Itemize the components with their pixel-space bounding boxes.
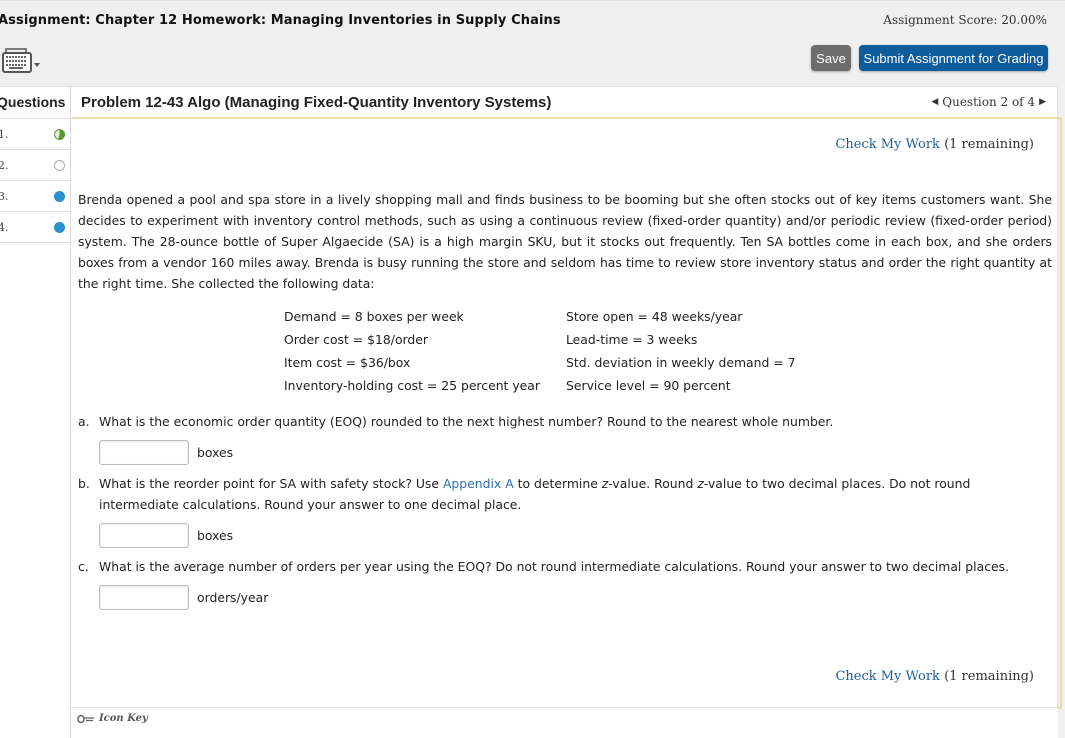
unit-label: boxes [197, 528, 234, 543]
question-item-4[interactable]: 4. [0, 212, 70, 243]
partial-credit-icon [54, 128, 65, 140]
in-progress-icon [54, 221, 65, 233]
question-a: a. What is the economic order quantity (… [78, 411, 1044, 432]
orders-per-year-input[interactable] [99, 585, 189, 610]
data-demand: Demand = 8 boxes per week [284, 309, 464, 324]
question-letter: c. [78, 559, 89, 574]
data-order-cost: Order cost = $18/order [284, 332, 428, 347]
unit-label: boxes [197, 445, 234, 460]
question-number: 1. [0, 127, 9, 141]
assignment-score: Assignment Score: 20.00% [883, 13, 1047, 27]
assignment-header: Assignment: Chapter 12 Homework: Managin… [0, 0, 1065, 86]
data-holding-cost: Inventory-holding cost = 25 percent year [284, 378, 540, 393]
eoq-input[interactable] [99, 440, 189, 465]
question-position: Question 2 of 4 [942, 95, 1036, 109]
question-item-2[interactable]: 2. [0, 150, 70, 181]
submit-assignment-button[interactable]: Submit Assignment for Grading [859, 45, 1048, 71]
next-question-icon[interactable]: ▶ [1039, 97, 1046, 107]
question-text-part: What is the reorder point for SA with sa… [99, 476, 443, 491]
question-item-1[interactable]: 1. [0, 119, 70, 150]
questions-heading: Questions [0, 87, 70, 119]
icon-key-label: Icon Key [99, 713, 148, 724]
remaining-count: (1 remaining) [944, 137, 1034, 152]
problem-header: Problem 12-43 Algo (Managing Fixed-Quant… [71, 87, 1058, 119]
check-my-work-top: Check My Work (1 remaining) [835, 137, 1034, 152]
problem-title: Problem 12-43 Algo (Managing Fixed-Quant… [81, 94, 552, 111]
in-progress-icon [54, 190, 65, 202]
icon-key-bar: Icon Key [71, 707, 1058, 738]
remaining-count: (1 remaining) [944, 669, 1034, 684]
problem-content: Check My Work (1 remaining) Brenda opene… [72, 117, 1062, 709]
question-c: c. What is the average number of orders … [78, 556, 1044, 577]
question-text-part: to determine [513, 476, 602, 491]
question-number: 3. [0, 189, 9, 203]
keyboard-icon[interactable] [1, 48, 43, 76]
problem-paragraph: Brenda opened a pool and spa store in a … [78, 192, 1052, 291]
assignment-title: Assignment: Chapter 12 Homework: Managin… [0, 13, 561, 28]
answer-c: orders/year [99, 585, 268, 610]
question-item-3[interactable]: 3. [0, 181, 70, 212]
key-icon [77, 714, 94, 723]
question-text: What is the reorder point for SA with sa… [99, 473, 1044, 515]
unit-label: orders/year [197, 590, 269, 605]
reorder-point-input[interactable] [99, 523, 189, 548]
not-started-icon [54, 159, 65, 171]
question-text: What is the average number of orders per… [99, 559, 1010, 574]
previous-question-icon[interactable]: ◀ [931, 97, 938, 107]
appendix-a-link[interactable]: Appendix A [443, 476, 514, 491]
assignment-body: Questions 1. 2. 3. 4. Problem 12-43 Algo… [0, 86, 1062, 738]
data-item-cost: Item cost = $36/box [284, 355, 411, 370]
data-service-level: Service level = 90 percent [566, 378, 731, 393]
data-store-open: Store open = 48 weeks/year [566, 309, 743, 324]
question-navigator: ◀ Question 2 of 4 ▶ [931, 95, 1046, 109]
check-my-work-link[interactable]: Check My Work [835, 669, 940, 684]
save-button[interactable]: Save [811, 45, 851, 71]
question-letter: a. [78, 414, 90, 429]
answer-b: boxes [99, 523, 233, 548]
answer-a: boxes [99, 440, 233, 465]
question-letter: b. [78, 476, 90, 491]
data-lead-time: Lead-time = 3 weeks [566, 332, 698, 347]
question-number: 2. [0, 158, 9, 172]
check-my-work-bottom: Check My Work (1 remaining) [835, 669, 1034, 684]
check-my-work-link[interactable]: Check My Work [835, 137, 940, 152]
question-number: 4. [0, 220, 9, 234]
question-text-part: -value. Round [608, 476, 698, 491]
questions-panel: Questions 1. 2. 3. 4. [0, 87, 71, 738]
question-text: What is the economic order quantity (EOQ… [99, 414, 834, 429]
question-b: b. What is the reorder point for SA with… [78, 473, 1044, 515]
data-std-deviation: Std. deviation in weekly demand = 7 [566, 355, 796, 370]
icon-key-button[interactable]: Icon Key [77, 713, 148, 724]
